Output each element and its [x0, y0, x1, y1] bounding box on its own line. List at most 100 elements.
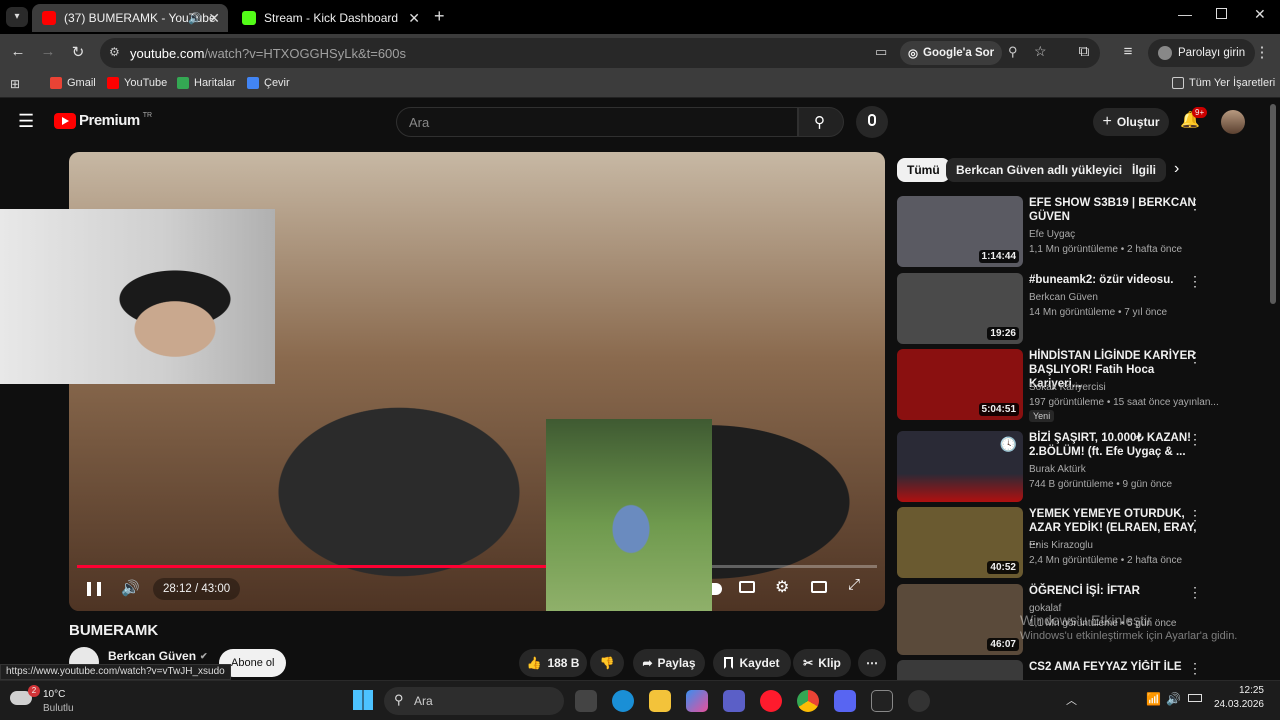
more-vertical-icon[interactable]: ⋮	[1188, 507, 1202, 524]
media-control-icon[interactable]: ≡	[1116, 43, 1140, 60]
bookmark-gmail[interactable]: Gmail	[50, 77, 96, 89]
task-view-icon[interactable]	[575, 690, 597, 712]
like-button[interactable]: 👍 188 B	[519, 649, 587, 677]
rec-channel[interactable]: Enis Kirazoglu	[1029, 540, 1093, 551]
address-bar[interactable]: ⚙ youtube.com/watch?v=HTXOGGHSyLk&t=600s…	[100, 38, 1100, 68]
more-vertical-icon[interactable]: ⋮	[1188, 349, 1202, 366]
volume-icon[interactable]: 🔊	[121, 579, 140, 597]
reload-icon[interactable]: ↻	[66, 43, 90, 61]
bookmark-youtube[interactable]: YouTube	[107, 77, 167, 89]
bookmark-star-icon[interactable]: ☆	[1034, 43, 1047, 60]
volume-tray-icon[interactable]: 🔊	[1166, 692, 1181, 706]
close-window-button[interactable]: ✕	[1254, 6, 1266, 23]
notifications-button[interactable]: 🔔 9+	[1180, 107, 1208, 130]
site-info-icon[interactable]: ⚙	[109, 45, 120, 59]
new-tab-button[interactable]: +	[434, 6, 445, 27]
all-bookmarks[interactable]: Tüm Yer İşaretleri	[1172, 77, 1275, 89]
search-button[interactable]: ⚲	[798, 107, 844, 137]
zoom-icon[interactable]: ⚲	[1008, 44, 1018, 60]
more-actions-button[interactable]: ⋯	[858, 649, 886, 677]
fullscreen-icon[interactable]: ⤢	[848, 576, 860, 593]
account-avatar[interactable]	[1221, 110, 1245, 134]
rec-title[interactable]: CS2 AMA FEYYAZ YİĞİT İLE	[1029, 660, 1199, 674]
save-button[interactable]: Kaydet	[713, 649, 791, 677]
search-input[interactable]: Ara	[396, 107, 798, 137]
bookmark-maps[interactable]: Haritalar	[177, 77, 236, 89]
back-icon[interactable]: ←	[6, 43, 30, 60]
list-item[interactable]: CS2 AMA FEYYAZ YİĞİT İLE ⋮	[897, 660, 1267, 680]
taskbar-search[interactable]: ⚲ Ara	[384, 687, 564, 715]
tab-youtube[interactable]: (37) BUMERAMK - YouTube 🔊 ✕	[32, 4, 228, 32]
rec-title[interactable]: #buneamk2: özür videosu.	[1029, 273, 1199, 287]
apps-grid-icon[interactable]: ⊞	[10, 77, 20, 91]
video-thumbnail[interactable]: 46:07	[897, 584, 1023, 655]
rec-channel[interactable]: Burak Aktürk	[1029, 464, 1086, 475]
video-thumbnail[interactable]: 1:14:44	[897, 196, 1023, 267]
rec-title[interactable]: BİZİ ŞAŞIRT, 10.000₺ KAZAN! 2.BÖLÜM! (ft…	[1029, 431, 1199, 459]
subtitles-icon[interactable]	[739, 581, 755, 593]
opera-icon[interactable]	[760, 690, 782, 712]
clock[interactable]: 12:25 24.03.2026	[1208, 685, 1264, 710]
rec-channel[interactable]: Sokak Kariyercisi	[1029, 382, 1106, 393]
video-thumbnail[interactable]: 5:04:51	[897, 349, 1023, 420]
teams-icon[interactable]	[723, 690, 745, 712]
voice-search-button[interactable]	[856, 106, 888, 138]
chip-all[interactable]: Tümü	[897, 158, 950, 182]
rec-title[interactable]: EFE SHOW S3B19 | BERKCAN GÜVEN	[1029, 196, 1199, 224]
menu-kebab-icon[interactable]: ⋮	[1250, 43, 1274, 61]
chrome-icon[interactable]	[797, 690, 819, 712]
pause-icon[interactable]	[87, 582, 101, 596]
app-icon[interactable]	[871, 690, 893, 712]
tray-overflow-icon[interactable]: ︿	[1066, 692, 1077, 708]
page-scrollbar[interactable]	[1270, 104, 1276, 304]
extensions-icon[interactable]: ⧉	[1072, 43, 1096, 60]
list-item[interactable]: 40:52 YEMEK YEMEYE OTURDUK, AZAR YEDİK! …	[897, 507, 1267, 579]
list-item[interactable]: 5:04:51 HİNDİSTAN LİGİNDE KARİYER BAŞLIY…	[897, 349, 1267, 427]
rec-channel[interactable]: Efe Uygaç	[1029, 229, 1075, 240]
battery-icon[interactable]	[1188, 694, 1202, 702]
url-text[interactable]: youtube.com/watch?v=HTXOGGHSyLk&t=600s	[130, 46, 406, 61]
edge-icon[interactable]	[612, 690, 634, 712]
close-tab-icon[interactable]: ✕	[408, 10, 420, 27]
google-ask-button[interactable]: ◎ Google'a Sor	[900, 41, 1003, 65]
more-vertical-icon[interactable]: ⋮	[1188, 273, 1202, 290]
share-button[interactable]: ➦ Paylaş	[633, 649, 705, 677]
cast-icon[interactable]: ▭	[875, 44, 887, 60]
profile-button[interactable]: Parolayı girin	[1148, 39, 1256, 67]
youtube-logo[interactable]: Premium TR	[54, 112, 152, 129]
obs-icon[interactable]	[908, 690, 930, 712]
rec-channel[interactable]: Berkcan Güven	[1029, 292, 1098, 303]
list-item[interactable]: 1:14:44 EFE SHOW S3B19 | BERKCAN GÜVEN E…	[897, 196, 1267, 268]
settings-gear-icon[interactable]: ⚙	[775, 577, 789, 597]
tab-search-button[interactable]: ▾	[6, 7, 28, 27]
rec-title[interactable]: ÖĞRENCİ İŞİ: İFTAR	[1029, 584, 1199, 598]
watch-later-icon[interactable]: 🕓	[1000, 436, 1017, 453]
video-thumbnail[interactable]: 40:52	[897, 507, 1023, 578]
video-thumbnail[interactable]: 🕓	[897, 431, 1023, 502]
clip-button[interactable]: ✂ Klip	[793, 649, 851, 677]
more-vertical-icon[interactable]: ⋮	[1188, 660, 1202, 677]
dislike-button[interactable]: 👎	[590, 649, 624, 677]
miniplayer-icon[interactable]	[811, 581, 827, 593]
tab-kick[interactable]: Stream - Kick Dashboard ✕	[232, 4, 428, 32]
file-explorer-icon[interactable]	[649, 690, 671, 712]
audio-icon[interactable]: 🔊	[188, 12, 202, 25]
video-thumbnail[interactable]: 19:26	[897, 273, 1023, 344]
discord-icon[interactable]	[834, 690, 856, 712]
minimize-button[interactable]: —	[1178, 6, 1192, 22]
bookmark-translate[interactable]: Çevir	[247, 77, 290, 89]
more-vertical-icon[interactable]: ⋮	[1188, 431, 1202, 448]
chip-related[interactable]: İlgili	[1122, 158, 1166, 182]
list-item[interactable]: 🕓 BİZİ ŞAŞIRT, 10.000₺ KAZAN! 2.BÖLÜM! (…	[897, 431, 1267, 503]
video-thumbnail[interactable]	[897, 660, 1023, 680]
more-vertical-icon[interactable]: ⋮	[1188, 196, 1202, 213]
network-icon[interactable]: 📶	[1146, 692, 1161, 706]
chevron-right-icon[interactable]: ›	[1174, 160, 1179, 178]
hamburger-menu-icon[interactable]: ☰	[18, 111, 34, 132]
maximize-button[interactable]	[1216, 8, 1227, 19]
create-button[interactable]: + Oluştur	[1093, 108, 1169, 136]
channel-name[interactable]: Berkcan Güven ✔	[108, 649, 208, 663]
list-item[interactable]: 19:26 #buneamk2: özür videosu. Berkcan G…	[897, 273, 1267, 345]
more-vertical-icon[interactable]: ⋮	[1188, 584, 1202, 601]
forward-icon[interactable]: →	[36, 43, 60, 60]
